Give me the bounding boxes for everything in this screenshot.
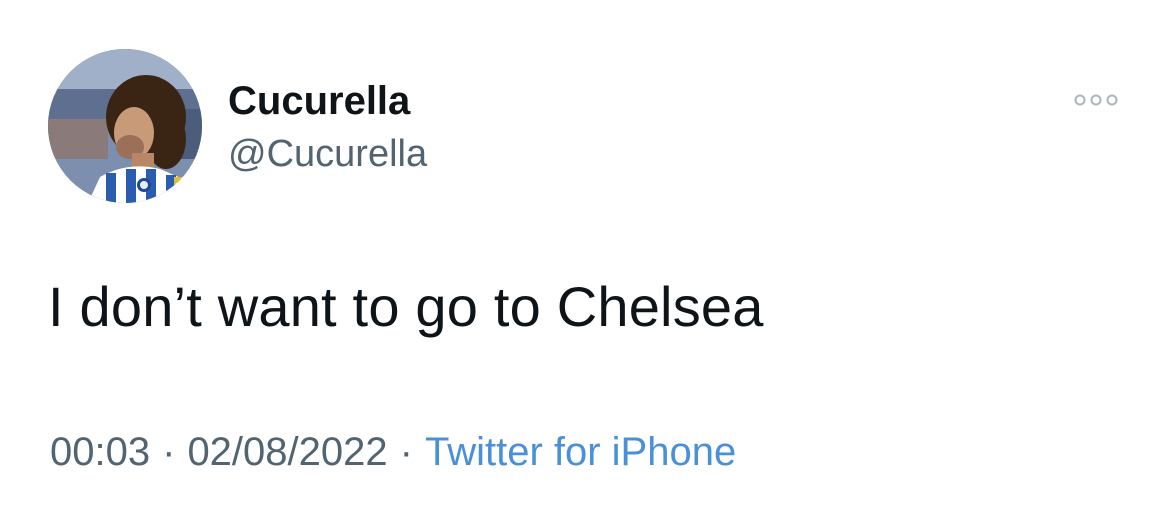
tweet-date[interactable]: 02/08/2022 [187, 430, 387, 474]
author-display-name[interactable]: Cucurella [228, 78, 410, 124]
more-options-icon [1074, 94, 1118, 106]
tweet-source-link[interactable]: Twitter for iPhone [425, 430, 736, 474]
more-options-button[interactable] [1066, 82, 1126, 118]
separator-dot: · [162, 430, 176, 474]
tweet-text: I don’t want to go to Chelsea [48, 275, 764, 338]
tweet-metadata: 00:03 · 02/08/2022 · Twitter for iPhone [50, 426, 736, 478]
avatar[interactable] [48, 49, 202, 203]
separator-dot: · [399, 430, 413, 474]
tweet-time[interactable]: 00:03 [50, 430, 150, 474]
author-handle[interactable]: @Cucurella [228, 132, 427, 176]
tweet-card: Cucurella @Cucurella I don’t want to go … [0, 0, 1170, 507]
profile-photo-icon [48, 49, 202, 203]
